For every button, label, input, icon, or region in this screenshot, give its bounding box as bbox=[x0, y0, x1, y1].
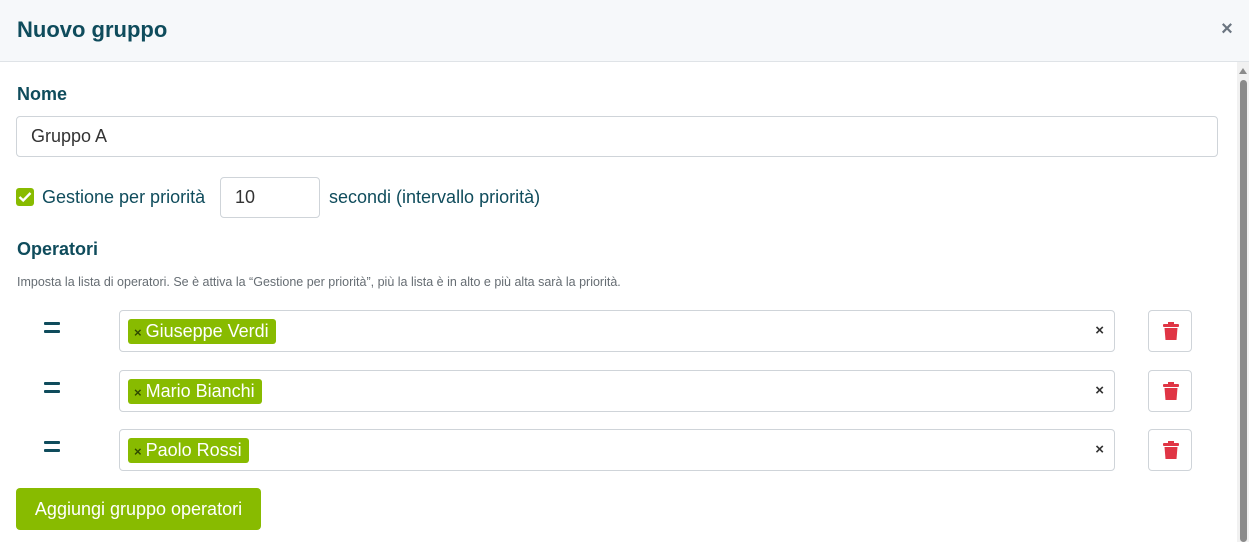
operator-tag: × Paolo Rossi bbox=[128, 438, 249, 463]
operator-row: × Mario Bianchi × bbox=[0, 370, 1249, 412]
operators-help-text: Imposta la lista di operatori. Se è atti… bbox=[17, 275, 621, 289]
add-operator-group-button[interactable]: Aggiungi gruppo operatori bbox=[16, 488, 261, 530]
name-input[interactable] bbox=[16, 116, 1218, 157]
tag-remove-icon[interactable]: × bbox=[134, 385, 142, 400]
trash-icon bbox=[1163, 441, 1179, 459]
modal-header: Nuovo gruppo × bbox=[0, 0, 1249, 62]
name-label: Nome bbox=[17, 84, 68, 104]
delete-row-button[interactable] bbox=[1148, 429, 1192, 471]
operator-row: × Paolo Rossi × bbox=[0, 429, 1249, 471]
operator-row: × Giuseppe Verdi × bbox=[0, 310, 1249, 352]
clear-selection-icon[interactable]: × bbox=[1095, 322, 1104, 339]
trash-icon bbox=[1163, 322, 1179, 340]
operators-label: Operatori bbox=[17, 239, 99, 259]
tag-remove-icon[interactable]: × bbox=[134, 444, 142, 459]
operator-tag: × Mario Bianchi bbox=[128, 379, 262, 404]
priority-checkbox[interactable] bbox=[16, 188, 34, 206]
modal-title: Nuovo gruppo bbox=[17, 17, 168, 42]
check-icon bbox=[18, 192, 32, 203]
priority-label: Gestione per priorità bbox=[42, 187, 206, 207]
priority-seconds-input[interactable] bbox=[220, 177, 320, 218]
drag-handle-icon[interactable] bbox=[44, 441, 60, 453]
operator-select[interactable]: × Mario Bianchi × bbox=[119, 370, 1115, 412]
delete-row-button[interactable] bbox=[1148, 370, 1192, 412]
delete-row-button[interactable] bbox=[1148, 310, 1192, 352]
operator-name: Giuseppe Verdi bbox=[145, 321, 269, 341]
operator-select[interactable]: × Giuseppe Verdi × bbox=[119, 310, 1115, 352]
close-icon[interactable]: × bbox=[1219, 19, 1235, 40]
drag-handle-icon[interactable] bbox=[44, 382, 60, 394]
seconds-label: secondi (intervallo priorità) bbox=[329, 187, 541, 207]
trash-icon bbox=[1163, 382, 1179, 400]
tag-remove-icon[interactable]: × bbox=[134, 325, 142, 340]
clear-selection-icon[interactable]: × bbox=[1095, 441, 1104, 458]
operator-name: Mario Bianchi bbox=[145, 381, 255, 401]
operator-select[interactable]: × Paolo Rossi × bbox=[119, 429, 1115, 471]
scroll-up-arrow-icon[interactable] bbox=[1239, 68, 1247, 74]
operator-name: Paolo Rossi bbox=[145, 440, 242, 460]
drag-handle-icon[interactable] bbox=[44, 322, 60, 334]
operator-tag: × Giuseppe Verdi bbox=[128, 319, 276, 344]
clear-selection-icon[interactable]: × bbox=[1095, 382, 1104, 399]
